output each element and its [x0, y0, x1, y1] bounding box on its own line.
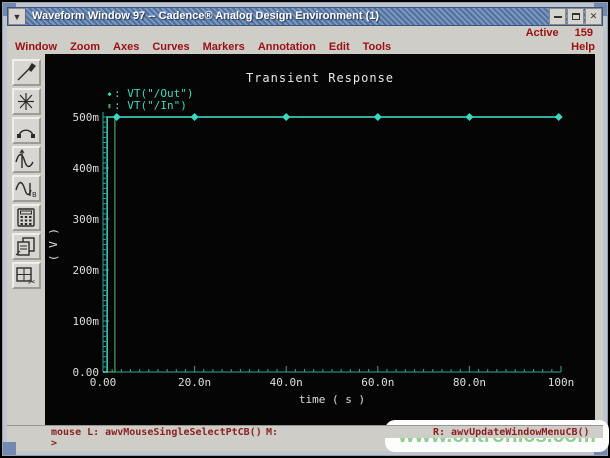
x-tick-label: 60.0n [361, 376, 394, 389]
x-axis-label: time ( s ) [299, 393, 365, 406]
active-label: Active [525, 26, 559, 39]
close-button[interactable]: ✕ [585, 8, 602, 25]
y-tick-label: 400m [73, 162, 100, 175]
waveform-marker-icon [15, 149, 34, 168]
starburst-icon [18, 92, 34, 110]
x-tick-label: 40.0n [270, 376, 303, 389]
subwave-icon: B [15, 181, 37, 199]
split-window-icon: ✂ [16, 267, 36, 286]
menu-item-axes[interactable]: Axes [113, 41, 139, 53]
toolbar-button-split-window[interactable]: ✂ [11, 261, 41, 289]
x-tick-label: 20.0n [178, 376, 211, 389]
trace-out [103, 116, 561, 373]
trace-marker-diamond [112, 112, 121, 121]
close-icon: ✕ [589, 11, 598, 21]
copy-graph-icon [15, 237, 35, 256]
window-controls: ✕ [548, 8, 602, 25]
menu-item-window[interactable]: Window [15, 41, 57, 53]
main-area: B ✂ 0.00 20.0n 40.0n 60.0n 80.0n 100n 0.… [7, 53, 603, 425]
trace-marker-diamond [465, 112, 474, 121]
application-window: ▼ Waveform Window 97 -- Cadence® Analog … [0, 0, 610, 458]
minimize-icon [553, 15, 562, 18]
menu-item-annotation[interactable]: Annotation [258, 41, 316, 53]
svg-text:B: B [32, 191, 37, 199]
x-tick-label: 100n [548, 376, 575, 389]
titlebar[interactable]: ▼ Waveform Window 97 -- Cadence® Analog … [7, 7, 603, 26]
trace-marker-diamond [373, 112, 382, 121]
menu-item-tools[interactable]: Tools [363, 41, 392, 53]
y-tick-label: 0.00 [73, 366, 100, 379]
y-tick-label: 100m [73, 315, 100, 328]
active-count: 159 [574, 26, 593, 39]
menu-item-zoom[interactable]: Zoom [70, 41, 100, 53]
maximize-button[interactable] [567, 8, 584, 25]
out-trace-diamond-icon: ◆ [107, 89, 112, 98]
in-trace-vbar-icon: ▮ [107, 101, 112, 110]
y-tick-label: 500m [73, 111, 100, 124]
trace-marker-diamond [554, 112, 563, 121]
y-axis-label: ( V ) [47, 228, 60, 261]
toolbar-button-arc[interactable] [11, 116, 41, 144]
toolbar-button-waveform-marker[interactable] [11, 145, 41, 173]
svg-text:✂: ✂ [28, 278, 36, 286]
plot-title: Transient Response [245, 70, 395, 85]
trace-marker-diamond [282, 112, 291, 121]
x-tick-label: 80.0n [453, 376, 486, 389]
legend: ◆: VT("/Out") ▮: VT("/In") [105, 87, 193, 112]
toolbar-button-copy-graph[interactable] [11, 232, 41, 260]
legend-row-in: ▮: VT("/In") [105, 98, 193, 112]
window-title: Waveform Window 97 -- Cadence® Analog De… [32, 10, 380, 22]
arc-endpoints-icon [17, 129, 35, 138]
calculator-icon [17, 208, 35, 227]
menubar: Window Zoom Axes Curves Markers Annotati… [7, 39, 603, 54]
toolbar-button-calculator[interactable] [11, 203, 41, 231]
window-frame: ▼ Waveform Window 97 -- Cadence® Analog … [2, 2, 609, 456]
chevron-down-icon: ▼ [12, 11, 22, 22]
trace-in [103, 116, 561, 373]
maximize-icon [571, 13, 580, 20]
toolbar-button-wand[interactable] [11, 58, 41, 86]
cli-prompt[interactable]: > [51, 438, 57, 449]
toolbar-button-subwave[interactable]: B [11, 174, 41, 202]
menu-item-markers[interactable]: Markers [203, 41, 245, 53]
toolbar-button-starburst[interactable] [11, 87, 41, 115]
menu-item-help[interactable]: Help [571, 41, 595, 53]
y-tick-label: 200m [73, 264, 100, 277]
status-mouse-left: mouse L: awvMouseSingleSelectPtCB() [51, 426, 262, 438]
active-status-row: Active 159 [7, 26, 603, 40]
window-menu-button[interactable]: ▼ [8, 8, 26, 25]
resize-corner-bottomleft[interactable] [3, 442, 16, 455]
y-tick-label: 300m [73, 213, 100, 226]
status-mouse-right: R: awvUpdateWindowMenuCB() [433, 426, 590, 438]
trace-marker-diamond [190, 112, 199, 121]
minimize-button[interactable] [549, 8, 566, 25]
status-mouse-middle: M: [266, 426, 279, 438]
statusbar: mouse L: awvMouseSingleSelectPtCB() M: R… [7, 424, 603, 439]
legend-in-label: : VT("/In") [114, 98, 187, 112]
side-toolbar: B ✂ [7, 53, 45, 425]
menu-item-edit[interactable]: Edit [329, 41, 350, 53]
menu-item-curves[interactable]: Curves [152, 41, 189, 53]
plot-area[interactable]: 0.00 20.0n 40.0n 60.0n 80.0n 100n 0.00 100m 200m… [45, 53, 595, 425]
wand-icon [17, 62, 37, 81]
